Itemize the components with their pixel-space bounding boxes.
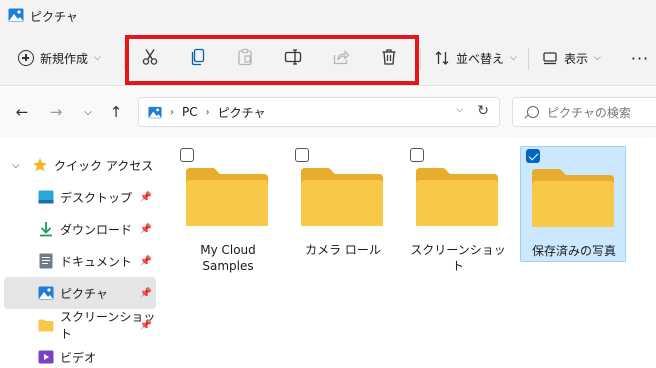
highlight-box xyxy=(125,35,419,85)
sort-button[interactable]: 並べ替え ⌵ xyxy=(428,44,523,72)
sort-button-label: 並べ替え xyxy=(456,51,505,66)
chevron-down-icon: ⌵ xyxy=(594,53,601,63)
search-icon xyxy=(527,106,539,118)
file-view: My Cloud Samples カメラ ロール スクリーンショット 保存済みの… xyxy=(160,137,656,368)
forward-button[interactable]: → xyxy=(44,100,68,124)
folder-icon xyxy=(416,168,498,226)
chevron-right-icon: › xyxy=(170,106,174,118)
sidebar-item-desktop[interactable]: デスクトップ 📌 xyxy=(4,181,156,213)
back-button[interactable]: ← xyxy=(10,100,34,124)
pin-icon: 📌 xyxy=(139,287,152,299)
folder-icon xyxy=(186,168,268,226)
view-button-label: 表示 xyxy=(564,51,589,66)
add-icon xyxy=(18,50,34,66)
select-checkbox[interactable] xyxy=(410,148,424,162)
more-options-button[interactable]: ··· xyxy=(628,44,652,72)
folder-item[interactable]: カメラ ロール xyxy=(290,146,396,262)
pin-icon: 📌 xyxy=(139,191,152,203)
sidebar-item-quick-access[interactable]: ⌵ クイック アクセス xyxy=(4,149,156,181)
folder-item[interactable]: スクリーンショット xyxy=(405,146,511,273)
sidebar-item-label: デスクトップ xyxy=(60,190,133,205)
sidebar-item-label: ピクチャ xyxy=(60,286,108,301)
folder-icon xyxy=(38,317,54,333)
refresh-icon[interactable]: ↻ xyxy=(477,103,489,119)
navigation-pane: ⌵ クイック アクセス デスクトップ 📌 ダウンロード 📌 ドキュメント 📌 ピ… xyxy=(0,137,160,368)
more-icon: ··· xyxy=(630,48,650,68)
video-icon xyxy=(38,349,54,365)
recent-locations-button[interactable]: ⌵ xyxy=(76,100,100,124)
pin-icon: 📌 xyxy=(139,255,152,267)
chevron-down-icon: ⌵ xyxy=(510,53,517,63)
sidebar-item-pictures[interactable]: ピクチャ 📌 xyxy=(4,277,156,309)
address-bar[interactable]: › PC › ピクチャ ⌵ ↻ xyxy=(138,97,500,127)
folder-item[interactable]: My Cloud Samples xyxy=(175,146,281,273)
arrow-up-icon: ↑ xyxy=(109,103,123,121)
sidebar-item-label: ダウンロード xyxy=(60,222,133,237)
desktop-icon xyxy=(38,189,54,205)
new-button-label: 新規作成 xyxy=(40,51,89,66)
search-placeholder: ピクチャの検索 xyxy=(547,105,631,120)
pictures-icon xyxy=(8,8,24,22)
arrow-right-icon: → xyxy=(49,103,63,121)
chevron-down-icon[interactable]: ⌵ xyxy=(456,105,463,115)
pin-icon: 📌 xyxy=(139,223,152,235)
download-icon xyxy=(38,221,54,237)
pictures-icon xyxy=(38,285,54,301)
chevron-right-icon: › xyxy=(205,106,210,118)
arrow-left-icon: ← xyxy=(15,103,29,121)
document-icon xyxy=(38,253,54,269)
breadcrumb-pc[interactable]: PC xyxy=(182,105,198,119)
view-icon xyxy=(543,52,557,65)
sidebar-item-screenshots[interactable]: スクリーンショット 📌 xyxy=(4,309,156,341)
sidebar-item-downloads[interactable]: ダウンロード 📌 xyxy=(4,213,156,245)
sidebar-item-documents[interactable]: ドキュメント 📌 xyxy=(4,245,156,277)
toolbar-divider xyxy=(420,48,421,70)
select-checkbox[interactable] xyxy=(526,149,540,163)
chevron-down-icon: ⌵ xyxy=(94,53,101,63)
sidebar-item-label: クイック アクセス xyxy=(54,158,154,173)
star-icon xyxy=(32,157,48,173)
folder-label: カメラ ロール xyxy=(305,243,381,257)
select-checkbox[interactable] xyxy=(295,148,309,162)
sidebar-item-label: ドキュメント xyxy=(60,254,133,269)
up-button[interactable]: ↑ xyxy=(104,100,128,124)
navigation-bar: ← → ⌵ ↑ › PC › ピクチャ ⌵ ↻ ピクチャの検索 xyxy=(0,87,656,137)
chevron-down-icon[interactable]: ⌵ xyxy=(12,160,20,171)
title-bar: ピクチャ xyxy=(0,0,656,32)
breadcrumb-pictures[interactable]: ピクチャ xyxy=(218,104,266,121)
new-button[interactable]: 新規作成 ⌵ xyxy=(10,44,109,72)
folder-icon xyxy=(532,169,614,227)
sidebar-item-label: ビデオ xyxy=(60,350,97,365)
toolbar-divider xyxy=(528,48,529,70)
view-button[interactable]: 表示 ⌵ xyxy=(536,44,607,72)
folder-icon xyxy=(301,168,383,226)
folder-item[interactable]: 保存済みの写真 xyxy=(520,146,626,262)
folder-label: My Cloud Samples xyxy=(200,243,256,273)
search-box[interactable]: ピクチャの検索 xyxy=(512,97,656,127)
folder-label: 保存済みの写真 xyxy=(531,244,616,258)
select-checkbox[interactable] xyxy=(180,148,194,162)
pictures-icon xyxy=(148,106,162,118)
window-title: ピクチャ xyxy=(30,10,78,24)
chevron-down-icon: ⌵ xyxy=(84,106,92,118)
sidebar-item-videos[interactable]: ビデオ xyxy=(4,341,156,368)
folder-label: スクリーンショット xyxy=(410,243,506,273)
pin-icon: 📌 xyxy=(139,319,152,331)
sort-icon xyxy=(435,51,449,65)
